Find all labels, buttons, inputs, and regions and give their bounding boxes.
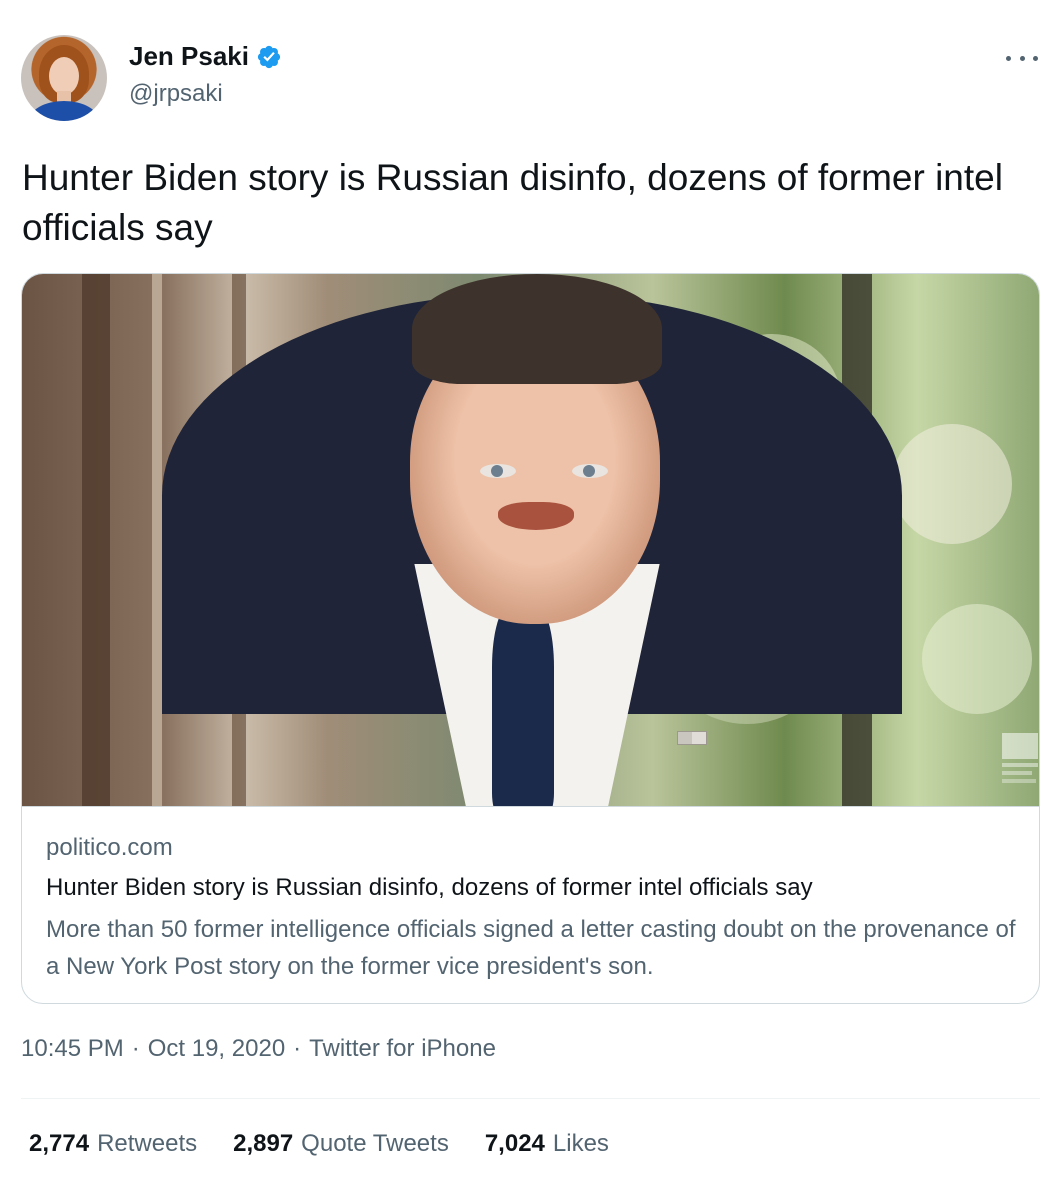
logo-shape-icon [1002,733,1038,783]
avatar-face [49,57,79,95]
avatar-shirt [29,101,99,121]
link-card-image [22,274,1039,806]
background-pillar [82,274,110,806]
more-dot [1006,55,1011,61]
background-pillar [152,274,162,806]
necktie [492,604,554,806]
flag-lapel-pin-icon [677,731,707,745]
likes-count: 7,024 [484,1130,545,1157]
retweets-stat[interactable]: 2,774 Retweets [29,1130,197,1158]
card-description: More than 50 former intelligence officia… [46,916,1016,980]
verified-badge-icon [257,45,281,68]
link-card[interactable]: politico.com Hunter Biden story is Russi… [21,273,1040,1004]
tweet-stats: 2,774 Retweets 2,897 Quote Tweets 7,024 … [29,1130,609,1158]
broadcast-logo-icon [1000,729,1039,789]
author-name-text: Jen Psaki [129,41,249,71]
person-eye [480,464,516,478]
tweet-date[interactable]: Oct 19, 2020 [148,1035,285,1063]
more-dot [1033,55,1038,61]
bokeh-light [922,604,1032,714]
tweet-time[interactable]: 10:45 PM [21,1035,124,1063]
quote-tweets-label: Quote Tweets [301,1130,449,1157]
person-mouth [498,502,574,530]
card-divider [22,806,1039,807]
likes-stat[interactable]: 7,024 Likes [485,1130,609,1158]
meta-separator: · [131,1035,140,1062]
meta-separator: · [293,1035,302,1062]
card-title: Hunter Biden story is Russian disinfo, d… [46,874,813,901]
likes-label: Likes [552,1130,609,1157]
person-hair [412,274,662,384]
tweet-text: Hunter Biden story is Russian disinfo, d… [22,157,1003,248]
quote-tweets-stat[interactable]: 2,897 Quote Tweets [233,1130,449,1158]
card-domain: politico.com [46,834,173,861]
more-options-icon[interactable] [1006,48,1038,68]
author-display-name[interactable]: Jen Psaki [129,41,282,72]
retweets-label: Retweets [97,1130,198,1157]
author-handle[interactable]: @jrpsaki [129,80,223,108]
tweet: Jen Psaki @jrpsaki Hunter Biden story is… [0,0,1062,1188]
person-eye [572,464,608,478]
more-dot [1019,55,1025,61]
retweets-count: 2,774 [29,1130,90,1157]
stats-divider [21,1098,1040,1099]
quote-tweets-count: 2,897 [233,1130,294,1157]
author-avatar[interactable] [21,35,107,121]
bokeh-light [892,424,1012,544]
tweet-meta: 10:45 PM · Oct 19, 2020 · Twitter for iP… [21,1035,496,1063]
tweet-source[interactable]: Twitter for iPhone [309,1035,496,1063]
